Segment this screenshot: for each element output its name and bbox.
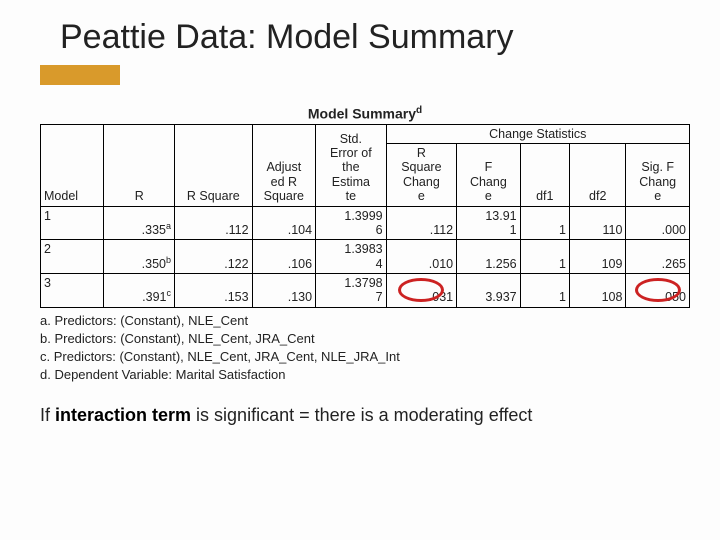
th-adjrsq: Adjusted RSquare [252,124,315,206]
table-footnotes: a. Predictors: (Constant), NLE_Cent b. P… [40,312,690,385]
th-rsq: R Square [175,124,253,206]
interpretation-text: If interaction term is significant = the… [40,403,690,427]
cell-r: .350b [104,240,175,274]
slide-title: Peattie Data: Model Summary [60,18,690,57]
th-r: R [104,124,175,206]
cell-adjrsq: .130 [252,274,315,308]
th-df1: df1 [520,144,569,207]
cell-df1: 1 [520,240,569,274]
table-row: 2 .350b .122 .106 1.39834 .010 1.256 1 1… [41,240,690,274]
cell-rsqch: .031 [386,274,457,308]
cell-rsq: .153 [175,274,253,308]
cell-df1: 1 [520,274,569,308]
cell-fch: 13.911 [457,206,520,240]
cell-stderr: 1.37987 [316,274,387,308]
table-row: 1 .335a .112 .104 1.39996 .112 13.911 1 … [41,206,690,240]
th-df2: df2 [570,144,626,207]
cell-rsqch: .010 [386,240,457,274]
cell-rsqch: .112 [386,206,457,240]
interaction-term-bold: interaction term [55,405,191,425]
cell-sigf: .050 [626,274,690,308]
cell-r: .335a [104,206,175,240]
cell-fch: 1.256 [457,240,520,274]
th-change-group: Change Statistics [386,124,689,143]
cell-stderr: 1.39834 [316,240,387,274]
cell-adjrsq: .106 [252,240,315,274]
cell-adjrsq: .104 [252,206,315,240]
th-stderr: Std.Error oftheEstimate [316,124,387,206]
table-title-sup: d [416,105,422,116]
cell-r: .391c [104,274,175,308]
th-model: Model [41,124,104,206]
cell-df2: 109 [570,240,626,274]
footnote-d: d. Dependent Variable: Marital Satisfact… [40,366,690,384]
model-summary-table: Model R R Square Adjusted RSquare Std.Er… [40,124,690,308]
cell-rsq: .112 [175,206,253,240]
th-fch: FChange [457,144,520,207]
cell-sigf: .000 [626,206,690,240]
accent-bar [40,65,120,85]
cell-stderr: 1.39996 [316,206,387,240]
cell-rsq: .122 [175,240,253,274]
footnote-a: a. Predictors: (Constant), NLE_Cent [40,312,690,330]
footnote-b: b. Predictors: (Constant), NLE_Cent, JRA… [40,330,690,348]
cell-df1: 1 [520,206,569,240]
cell-fch: 3.937 [457,274,520,308]
cell-model: 1 [41,206,104,240]
footnote-c: c. Predictors: (Constant), NLE_Cent, JRA… [40,348,690,366]
th-sigf: Sig. FChange [626,144,690,207]
table-area: Model Summaryd Model R R Square Adjusted… [0,105,720,385]
table-row: 3 .391c .153 .130 1.37987 .031 3.937 1 1… [41,274,690,308]
table-title-text: Model Summary [308,106,416,122]
cell-model: 2 [41,240,104,274]
cell-model: 3 [41,274,104,308]
cell-sigf: .265 [626,240,690,274]
cell-df2: 108 [570,274,626,308]
table-title: Model Summaryd [40,105,690,122]
th-rsqch: RSquareChange [386,144,457,207]
cell-df2: 110 [570,206,626,240]
